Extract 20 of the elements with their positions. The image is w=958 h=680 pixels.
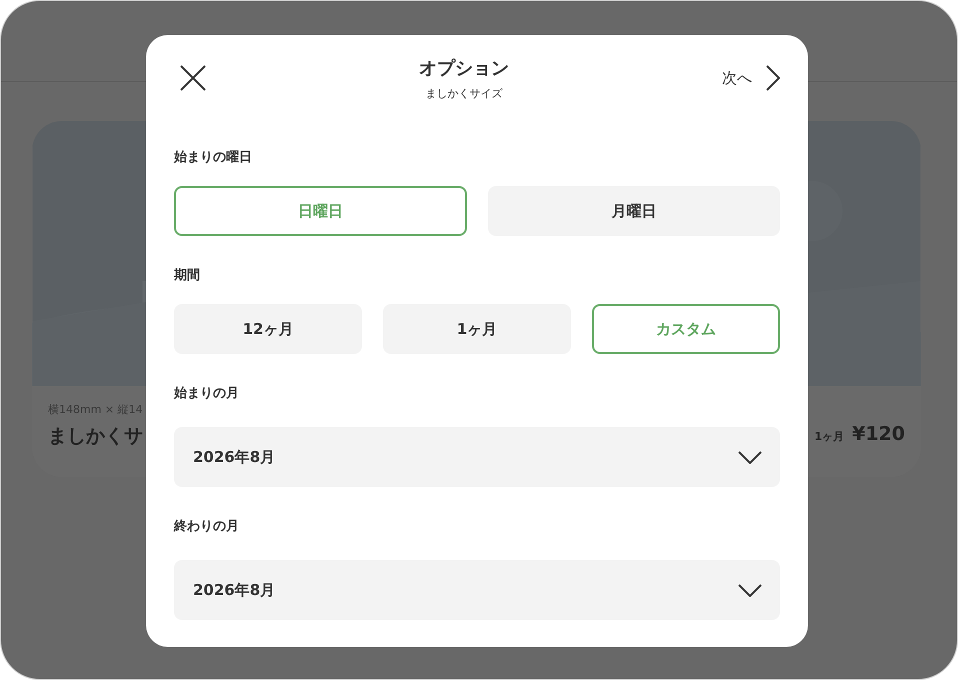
option-button[interactable]: 12ヶ月 xyxy=(174,304,362,354)
chevron-right-icon xyxy=(766,65,780,91)
close-button[interactable] xyxy=(180,65,206,91)
chevron-down-icon xyxy=(738,584,762,596)
close-icon xyxy=(180,65,206,91)
option-button[interactable]: 月曜日 xyxy=(488,186,780,236)
section-label: 始まりの月 xyxy=(174,385,240,402)
chevron-down-icon xyxy=(738,450,762,464)
period-text: 1ヶ月 xyxy=(814,429,844,444)
product-name: ましかくサ xyxy=(48,424,143,449)
dialog-subtitle: ましかくサイズ xyxy=(424,86,504,100)
price-text: ¥120 xyxy=(852,423,905,445)
month-select[interactable]: 2026年8月 xyxy=(174,560,780,620)
next-button[interactable]: 次へ xyxy=(722,65,780,91)
dialog-title: オプション xyxy=(419,56,509,80)
option-button[interactable]: 1ヶ月 xyxy=(383,304,571,354)
section-label: 終わりの月 xyxy=(174,518,240,535)
section-label: 始まりの曜日 xyxy=(174,149,253,166)
section-label: 期間 xyxy=(174,267,201,284)
month-select[interactable]: 2026年8月 xyxy=(174,427,780,487)
